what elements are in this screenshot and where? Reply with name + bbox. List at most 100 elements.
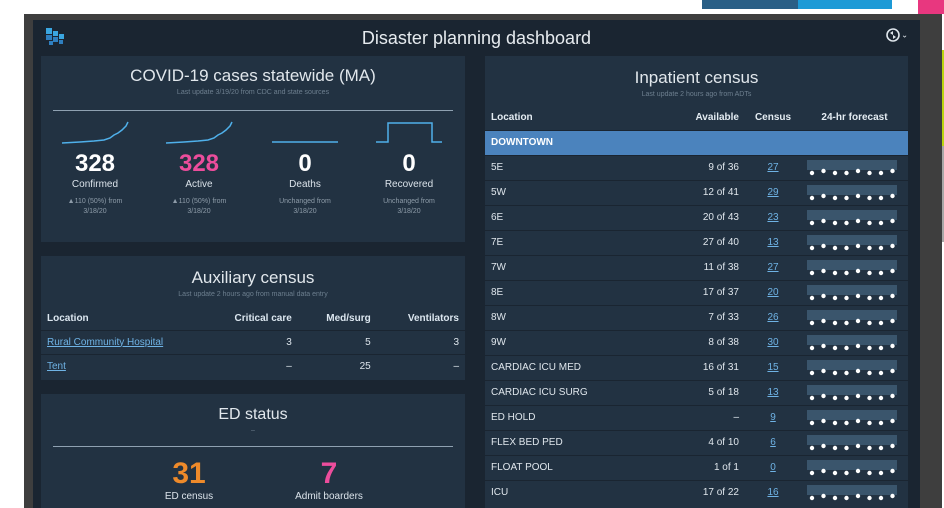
forecast-sparkline-icon [807, 484, 897, 500]
inp-census-cell: 9 [745, 404, 801, 430]
inp-census-link[interactable]: 13 [767, 387, 778, 398]
inp-census-link[interactable]: 6 [770, 437, 776, 448]
forecast-sparkline-icon [807, 159, 897, 175]
inp-available: 17 of 37 [635, 279, 745, 305]
aux-col-medsurg: Med/surg [326, 313, 371, 325]
inp-available: 27 of 40 [635, 229, 745, 255]
sync-menu-button[interactable]: ⌄ [885, 26, 908, 43]
inp-census-link[interactable]: 27 [767, 262, 778, 273]
active-label: Active [185, 179, 213, 190]
inp-census-link[interactable]: 29 [767, 187, 778, 198]
forecast-sparkline-icon [807, 334, 897, 350]
covid-divider [53, 110, 453, 111]
inp-forecast [801, 304, 908, 330]
forecast-sparkline-icon [807, 409, 897, 425]
inp-location: 8E [485, 279, 635, 305]
page-title: Disaster planning dashboard [361, 28, 592, 48]
aux-header-row: Location Critical care Med/surg Ventilat… [41, 308, 465, 330]
inp-census-link[interactable]: 15 [767, 362, 778, 373]
sync-icon [886, 28, 901, 42]
inp-available: 20 of 43 [635, 204, 745, 230]
inp-available: – [635, 404, 745, 430]
table-row: 8W 7 of 33 26 [485, 304, 908, 330]
inp-col-forecast: 24-hr forecast [821, 112, 888, 124]
inp-census-cell: 16 [745, 479, 801, 505]
inp-col-location: Location [491, 112, 533, 124]
table-row: 9W 8 of 38 30 [485, 329, 908, 355]
inp-forecast [801, 254, 908, 280]
inp-available: 17 of 22 [635, 479, 745, 505]
aux-location-link[interactable]: Tent [47, 361, 66, 372]
deaths-change: Unchanged from 3/18/20 [279, 198, 331, 215]
inp-census-cell: 29 [745, 179, 801, 205]
forecast-sparkline-icon [807, 184, 897, 200]
table-row: 8E 17 of 37 20 [485, 279, 908, 305]
forecast-sparkline-icon [807, 384, 897, 400]
table-row: 5E 9 of 36 27 [485, 154, 908, 180]
active-sparkline [165, 121, 233, 144]
table-row: 5W 12 of 41 29 [485, 179, 908, 205]
inp-forecast [801, 229, 908, 255]
inp-forecast [801, 404, 908, 430]
inp-forecast [801, 204, 908, 230]
inp-available: 7 of 33 [635, 304, 745, 330]
table-row: ICU 17 of 22 16 [485, 479, 908, 505]
inp-location: 6E [485, 204, 635, 230]
aux-subtitle: Last update 2 hours ago from manual data… [178, 291, 328, 298]
inp-census-link[interactable]: 30 [767, 337, 778, 348]
aux-vent-value: – [376, 353, 465, 378]
admit-boarders-label: Admit boarders [295, 491, 363, 502]
inp-forecast [801, 429, 908, 455]
inp-location: 5E [485, 154, 635, 180]
aux-location-link[interactable]: Rural Community Hospital [47, 337, 163, 348]
inp-forecast [801, 279, 908, 305]
inp-census-link[interactable]: 26 [767, 312, 778, 323]
inp-location: CARDIAC ICU MED [485, 354, 635, 380]
table-row: 6E 20 of 43 23 [485, 204, 908, 230]
inp-col-census: Census [754, 112, 792, 124]
ed-title: ED status [218, 406, 288, 423]
forecast-sparkline-icon [807, 284, 897, 300]
inp-available: 11 of 38 [635, 254, 745, 280]
table-row: 7E 27 of 40 13 [485, 229, 908, 255]
ed-census-label: ED census [164, 491, 214, 502]
inp-census-link[interactable]: 9 [770, 412, 776, 423]
inp-census-link[interactable]: 27 [767, 162, 778, 173]
aux-critical-value: – [201, 353, 298, 378]
inp-census-cell: 27 [745, 254, 801, 280]
metric-active: 328 Active ▲110 (50%) from 3/18/20 [147, 120, 251, 217]
inp-available: 1 of 1 [635, 454, 745, 480]
forecast-sparkline-icon [807, 209, 897, 225]
inp-forecast [801, 479, 908, 505]
inpatient-table: Location Available Census 24-hr forecast… [485, 106, 908, 505]
covid-panel: COVID-19 cases statewide (MA) Last updat… [41, 56, 465, 242]
inp-census-link[interactable]: 13 [767, 237, 778, 248]
forecast-sparkline-icon [807, 359, 897, 375]
inp-census-link[interactable]: 23 [767, 212, 778, 223]
desktop-tile-pink [918, 0, 944, 14]
group-label: DOWNTOWN [485, 129, 908, 155]
aux-vent-value: 3 [376, 329, 465, 354]
screen-background: Disaster planning dashboard ⌄ COVID-19 c… [0, 0, 944, 508]
inp-census-link[interactable]: 20 [767, 287, 778, 298]
inpatient-title: Inpatient census [634, 68, 759, 87]
ed-subtitle: – [251, 427, 255, 434]
aux-col-critical: Critical care [234, 313, 292, 325]
ed-census-value: 31 [172, 457, 206, 490]
inp-available: 12 of 41 [635, 179, 745, 205]
inp-col-available: Available [695, 112, 739, 124]
table-row: FLEX BED PED 4 of 10 6 [485, 429, 908, 455]
recovered-label: Recovered [384, 179, 434, 190]
aux-title: Auxiliary census [191, 268, 315, 287]
recovered-value: 0 [402, 150, 416, 177]
inp-census-cell: 15 [745, 354, 801, 380]
inp-census-link[interactable]: 16 [767, 487, 778, 498]
table-row: CARDIAC ICU MED 16 of 31 15 [485, 354, 908, 380]
covid-title: COVID-19 cases statewide (MA) [130, 66, 376, 85]
inp-forecast [801, 179, 908, 205]
inp-location: ICU [485, 479, 635, 505]
confirmed-change: ▲110 (50%) from 3/18/20 [67, 198, 123, 215]
inp-census-link[interactable]: 0 [770, 462, 776, 473]
confirmed-sparkline [61, 121, 129, 144]
recovered-change: Unchanged from 3/18/20 [383, 198, 435, 215]
